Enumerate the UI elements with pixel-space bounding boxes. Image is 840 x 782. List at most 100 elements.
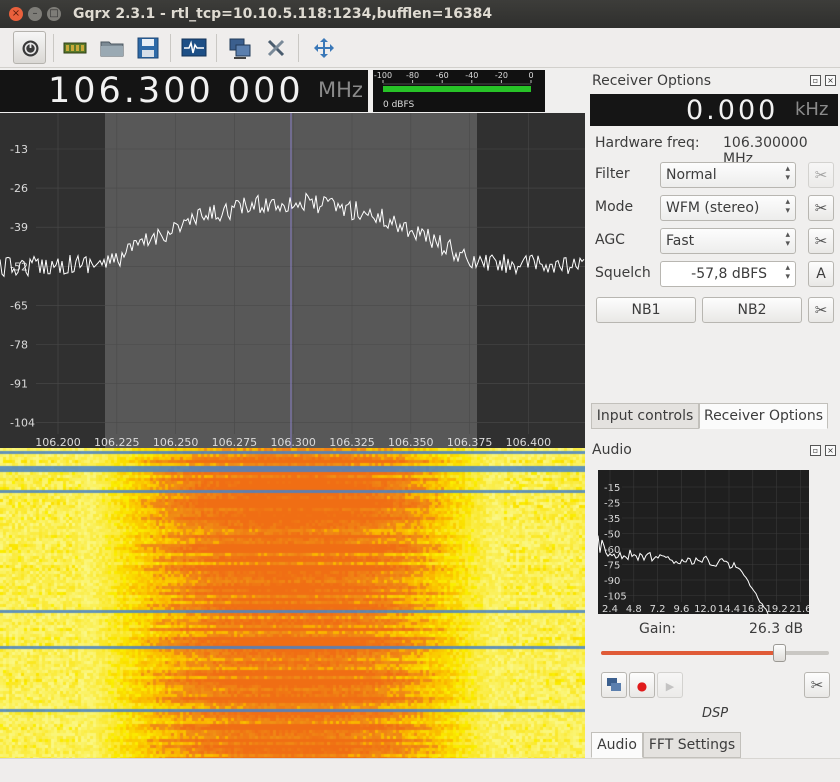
open-folder-icon <box>100 41 124 57</box>
spectrum-x-tick: 106.325 <box>329 436 375 448</box>
full-screen-icon <box>314 38 334 58</box>
tab-fft-settings[interactable]: FFT Settings <box>643 732 741 758</box>
remote-control-button[interactable] <box>225 33 255 63</box>
record-icon: ● <box>636 679 648 693</box>
spectrum-x-tick: 106.200 <box>35 436 81 448</box>
spectrum-canvas[interactable]: -13-26-39-52-65-78-91-104106.200 106.225 1… <box>0 113 585 449</box>
nb2-button[interactable]: NB2 <box>702 297 802 323</box>
play-icon: ▶ <box>665 680 675 693</box>
audio-y-tick: -50 <box>604 530 620 541</box>
spin-arrows-icon: ▴ ▾ <box>785 230 790 249</box>
filter-label: Filter <box>595 166 630 182</box>
audio-x-tick: 7.2 <box>650 604 666 614</box>
filter-options-button[interactable]: ✂ <box>808 162 834 188</box>
close-dock-icon[interactable]: × <box>825 75 836 86</box>
window-title: Gqrx 2.3.1 - rtl_tcp=10.10.5.118:1234,bu… <box>73 6 493 22</box>
configure-tools-icon: ✂ <box>810 676 824 694</box>
filter-offset-display[interactable]: 0.000 kHz <box>590 94 838 126</box>
audio-x-tick: 19.2 <box>765 604 787 614</box>
mode-select[interactable]: WFM (stereo) ▴ ▾ <box>660 195 796 221</box>
float-dock-icon[interactable]: ▫ <box>810 445 821 456</box>
offset-unit: kHz <box>795 99 829 120</box>
tab-input-controls[interactable]: Input controls <box>591 403 699 429</box>
right-dock: Receiver Options ▫ × 0.000 kHz Hardware … <box>588 70 840 758</box>
audio-fft-canvas[interactable]: -15-25-35-50-60-75-90-1052.4 4.8 7.2 9.6 12.… <box>597 470 812 615</box>
spin-arrows-icon: ▴ ▾ <box>785 164 790 183</box>
float-dock-icon[interactable]: ▫ <box>810 75 821 86</box>
waterfall-display[interactable] <box>0 448 585 758</box>
waveform-icon <box>181 38 207 57</box>
audio-fft-plot[interactable]: -15 -25 -35 -50 -60 -75 -90 -105 2.4 4.8 7.2 9.6 12.… <box>597 470 812 615</box>
close-window-icon[interactable]: × <box>9 7 23 21</box>
agc-options-button[interactable]: ✂ <box>808 228 834 254</box>
frequency-value[interactable]: 106.300 000 <box>48 71 304 111</box>
meter-readout: 0 dBFS <box>383 100 414 110</box>
agc-select[interactable]: Fast ▴ ▾ <box>660 228 796 254</box>
window-titlebar: × – □ Gqrx 2.3.1 - rtl_tcp=10.10.5.118:1… <box>0 0 840 28</box>
agc-select-value: Fast <box>666 233 695 249</box>
remote-control-icon <box>229 38 251 59</box>
status-bar <box>0 758 840 782</box>
spectrum-y-tick: -91 <box>10 378 28 391</box>
spectrum-y-tick: -13 <box>10 143 28 156</box>
udp-stream-button[interactable] <box>601 672 627 698</box>
open-button[interactable] <box>97 33 127 63</box>
squelch-spinbox[interactable]: -57,8 dBFS ▴ ▾ <box>660 261 796 287</box>
audio-y-tick: -25 <box>604 499 620 510</box>
io-devices-icon <box>63 42 87 54</box>
gain-slider[interactable] <box>601 643 829 663</box>
waterfall-canvas[interactable] <box>0 448 585 758</box>
tab-receiver-options[interactable]: Receiver Options <box>699 403 828 429</box>
audio-fft-background <box>598 470 809 614</box>
spectrum-x-tick: 106.225 <box>94 436 140 448</box>
gain-value: 26.3 dB <box>749 621 804 637</box>
configure-tools-icon: ✂ <box>814 301 828 319</box>
meter-tick-label: -60 <box>436 71 449 80</box>
filter-select[interactable]: Normal ▴ ▾ <box>660 162 796 188</box>
gain-slider-handle[interactable] <box>772 644 786 662</box>
waveform-button[interactable] <box>179 33 209 63</box>
squelch-auto-button[interactable]: A <box>808 261 834 287</box>
gain-slider-fill <box>601 651 779 655</box>
record-button[interactable]: ● <box>629 672 655 698</box>
audio-y-tick: -15 <box>604 483 620 494</box>
audio-options-button[interactable]: ✂ <box>804 672 830 698</box>
network-stream-icon <box>607 678 621 691</box>
dsp-label: DSP <box>702 706 729 721</box>
squelch-label: Squelch <box>595 265 651 281</box>
audio-x-tick: 21.6 <box>789 604 809 614</box>
meter-tick-label: -100 <box>374 71 392 80</box>
toolbar-separator <box>170 34 171 62</box>
toolbar-separator <box>216 34 217 62</box>
spectrum-y-tick: -104 <box>10 417 35 430</box>
save-button[interactable] <box>133 33 163 63</box>
play-button[interactable]: ▶ <box>657 672 683 698</box>
frequency-display[interactable]: 106.300 000 MHz <box>0 70 368 112</box>
close-dock-icon[interactable]: × <box>825 445 836 456</box>
meter-tick-label: -20 <box>495 71 508 80</box>
nb1-button[interactable]: NB1 <box>596 297 696 323</box>
audio-x-tick: 14.4 <box>718 604 740 614</box>
spectrum-plot[interactable]: -13 -26 -39 -52 -65 -78 -91 -104 106.200 106.225 1… <box>0 113 585 449</box>
minimize-window-icon[interactable]: – <box>28 7 42 21</box>
gain-label: Gain: <box>639 621 676 637</box>
full-screen-button[interactable] <box>309 33 339 63</box>
noise-blanker-options-button[interactable]: ✂ <box>808 297 834 323</box>
mode-options-button[interactable]: ✂ <box>808 195 834 221</box>
tab-audio[interactable]: Audio <box>591 732 643 758</box>
signal-meter-scale: -100 -80 -60 -40 -20 0 0 dBFS <box>374 71 534 110</box>
spectrum-x-tick: 106.400 <box>506 436 552 448</box>
maximize-window-icon[interactable]: □ <box>47 7 61 21</box>
hardware-freq-label: Hardware freq: <box>595 135 700 151</box>
squelch-value: -57,8 dBFS <box>691 266 767 282</box>
audio-x-tick: 4.8 <box>626 604 642 614</box>
spectrum-y-tick: -39 <box>10 221 28 234</box>
configure-tools-icon: ✂ <box>814 166 828 184</box>
configure-button[interactable] <box>261 33 291 63</box>
offset-value[interactable]: 0.000 <box>686 95 778 126</box>
audio-y-tick: -75 <box>604 561 620 572</box>
io-devices-button[interactable] <box>60 33 90 63</box>
meter-tick-label: -40 <box>465 71 478 80</box>
power-button[interactable] <box>13 31 46 64</box>
audio-title: Audio <box>592 442 632 458</box>
